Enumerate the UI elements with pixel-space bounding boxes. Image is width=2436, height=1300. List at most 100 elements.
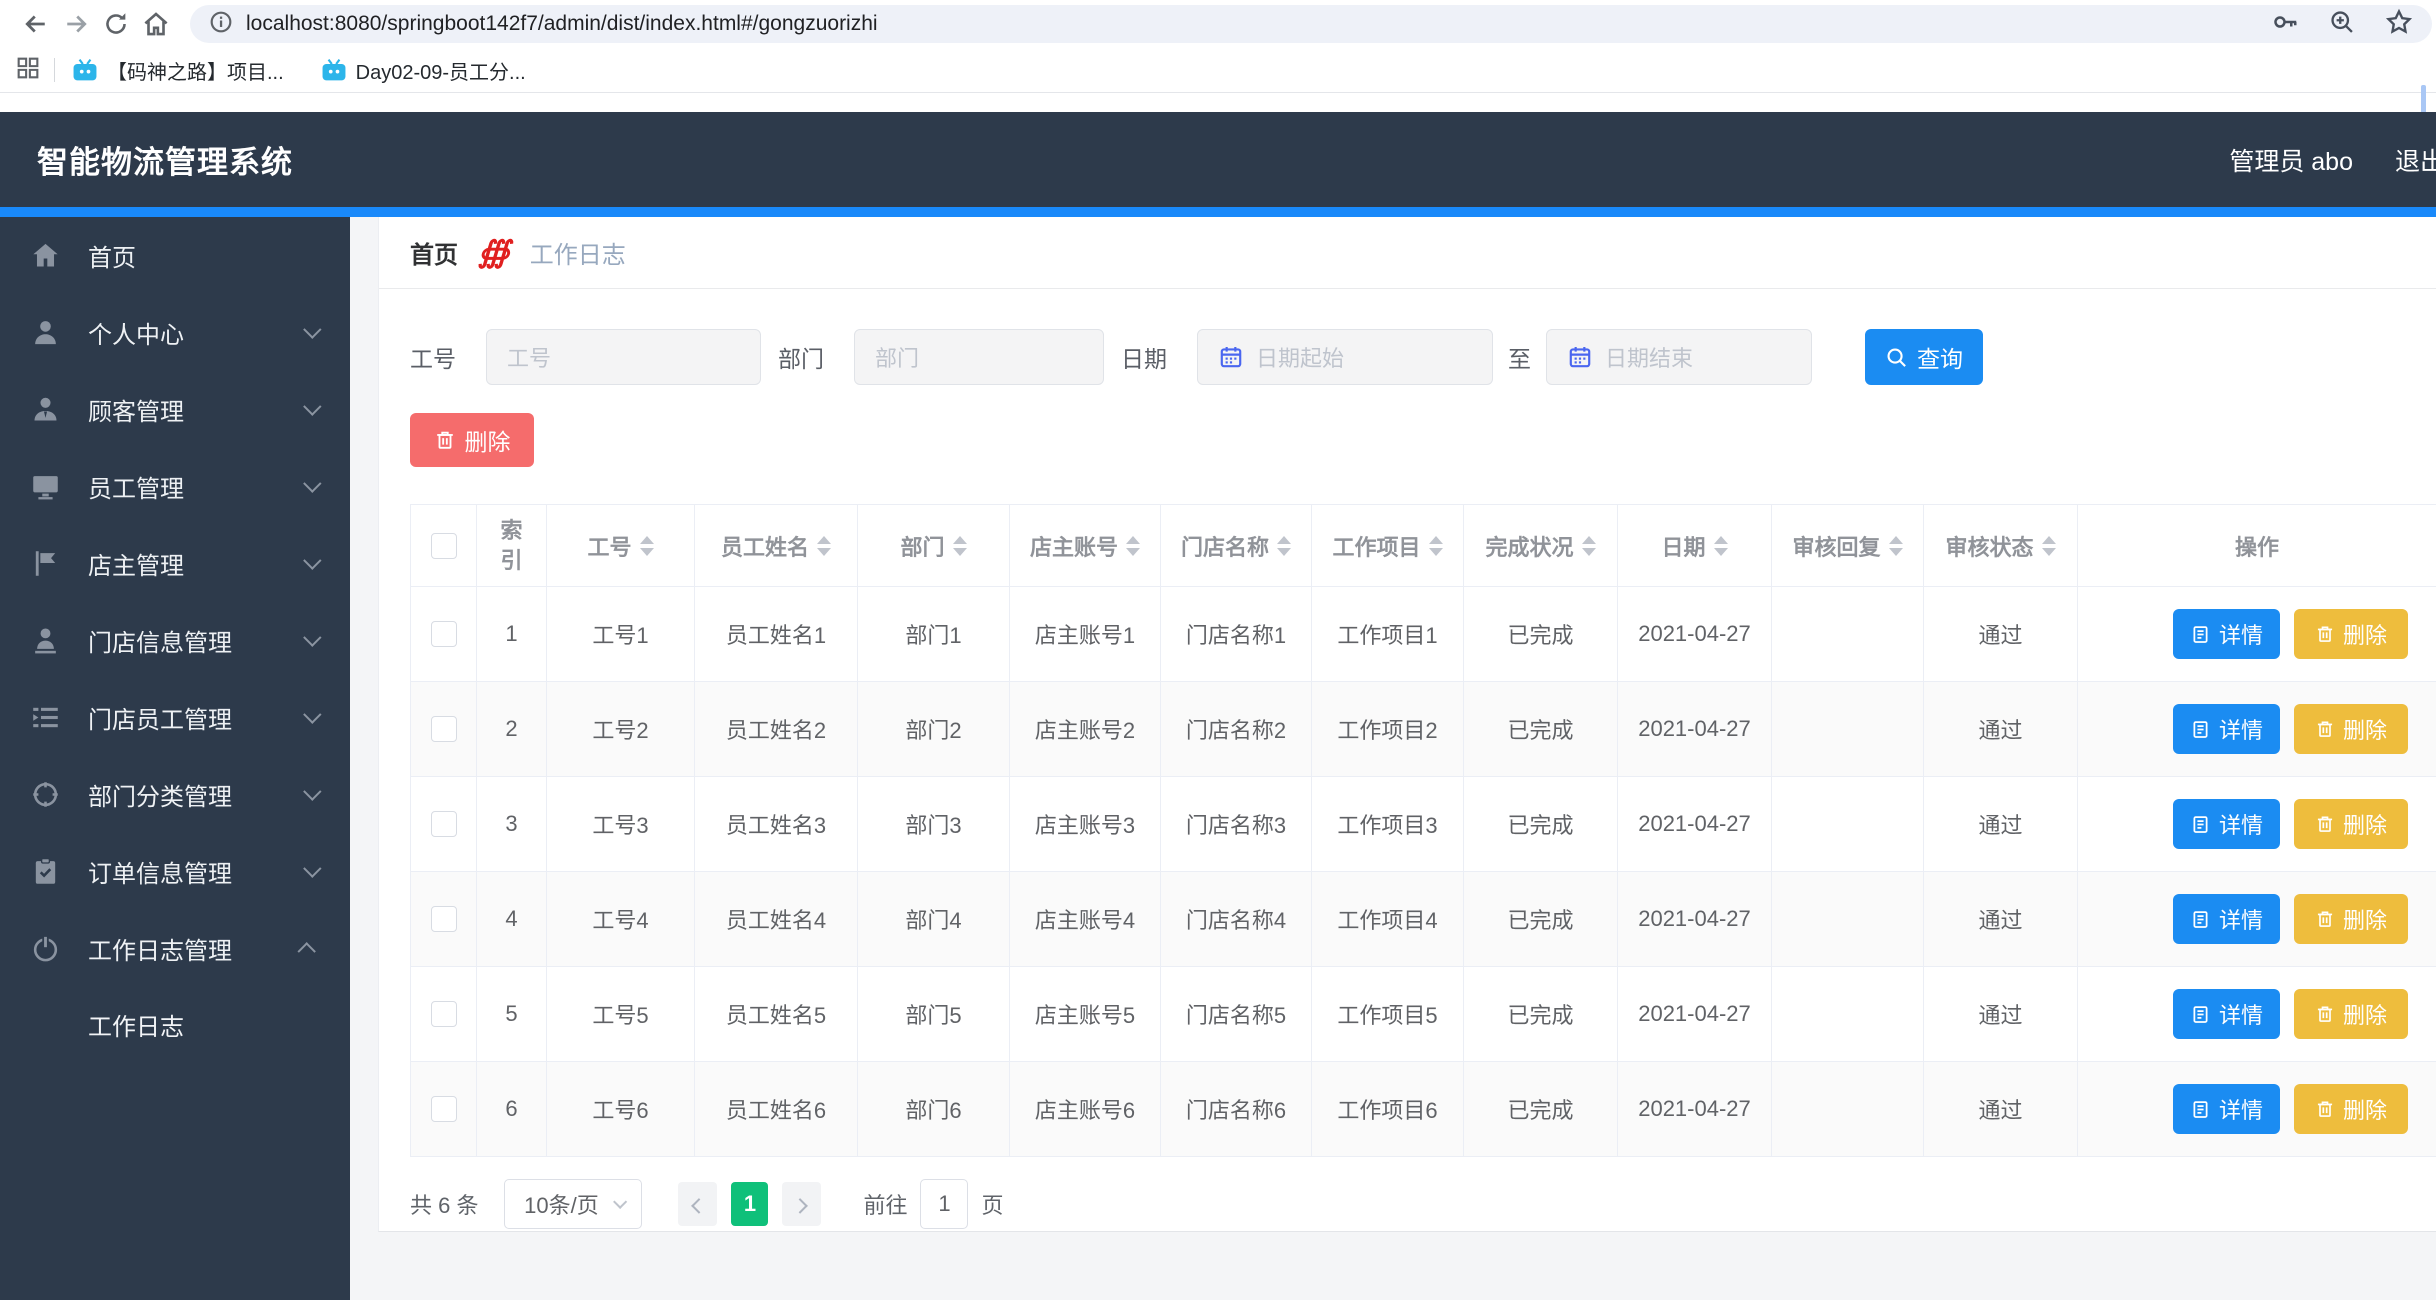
sidebar-item-home[interactable]: 首页 [0,217,350,294]
column-header-date[interactable]: 日期 [1618,505,1772,586]
cell-department: 部门1 [858,587,1010,681]
column-header-completion[interactable]: 完成状况 [1464,505,1618,586]
sidebar-item-label: 店主管理 [88,553,184,580]
work-no-input[interactable]: 工号 [486,329,761,385]
column-header-employee-name[interactable]: 员工姓名 [695,505,858,586]
detail-button[interactable]: 详情 [2173,989,2280,1039]
row-checkbox[interactable] [430,1001,457,1027]
current-page-button[interactable]: 1 [731,1182,769,1226]
logout-link[interactable]: 退出 [2395,142,2436,178]
column-header-review-status[interactable]: 审核状态 [1924,505,2078,586]
cell-department: 部门4 [858,872,1010,966]
goto-page-input[interactable]: 1 [920,1179,969,1229]
chevron-down-icon [303,474,322,493]
indent-list-icon [33,707,58,728]
table-row: 6 工号6 员工姓名6 部门6 店主账号6 门店名称6 工作项目6 已完成 20… [411,1062,2436,1157]
row-checkbox[interactable] [430,811,457,837]
sidebar-item-customer-mgmt[interactable]: 顾客管理 [0,371,350,448]
sort-caret-icon[interactable] [1428,535,1443,556]
column-header-index[interactable]: 索引 [477,505,547,586]
sidebar-item-store-info-mgmt[interactable]: 门店信息管理 [0,602,350,679]
cell-work-no: 工号5 [547,967,695,1061]
sort-caret-icon[interactable] [952,535,967,556]
row-delete-button[interactable]: 删除 [2294,799,2408,849]
sort-caret-icon[interactable] [817,535,831,556]
cell-review-reply [1772,872,1924,966]
sidebar-item-work-log-mgmt[interactable]: 工作日志管理 [0,910,350,987]
bookmark-star-icon[interactable] [2384,7,2414,42]
detail-button[interactable]: 详情 [2173,799,2280,849]
date-end-input[interactable]: 日期结束 [1546,329,1812,385]
column-header-work-item[interactable]: 工作项目 [1312,505,1464,586]
column-header-review-reply[interactable]: 审核回复 [1772,505,1924,586]
sort-caret-icon[interactable] [1277,535,1291,556]
url-text[interactable]: localhost:8080/springboot142f7/admin/dis… [246,12,878,36]
detail-button[interactable]: 详情 [2173,704,2280,754]
forward-icon[interactable] [56,4,96,44]
sidebar-item-shop-owner-mgmt[interactable]: 店主管理 [0,525,350,602]
select-all-checkbox[interactable] [430,532,457,559]
sort-caret-icon[interactable] [1581,535,1596,556]
sidebar-item-store-staff-mgmt[interactable]: 门店员工管理 [0,679,350,756]
home-icon[interactable] [136,4,176,44]
date-start-input[interactable]: 日期起始 [1197,329,1493,385]
cell-completion: 已完成 [1464,777,1618,871]
row-checkbox[interactable] [430,621,457,647]
page-size-select[interactable]: 10条/页 [504,1179,643,1229]
sidebar-subitem-work-log[interactable]: 工作日志 [0,987,350,1061]
cell-date: 2021-04-27 [1618,777,1772,871]
apps-grid-icon[interactable] [14,54,42,87]
row-delete-button[interactable]: 删除 [2294,704,2408,754]
detail-button-label: 详情 [2218,1003,2263,1028]
back-icon[interactable] [16,4,56,44]
column-header-owner-account[interactable]: 店主账号 [1010,505,1161,586]
column-header-department[interactable]: 部门 [858,505,1010,586]
bookmark-item-1[interactable]: 【码神之路】项目... [71,56,284,85]
bookmark-item-2[interactable]: Day02-09-员工分... [320,56,526,85]
trash-icon [436,431,453,449]
detail-button[interactable]: 详情 [2173,894,2280,944]
row-delete-button[interactable]: 删除 [2294,989,2408,1039]
cell-index: 6 [477,1062,547,1156]
sidebar-item-personal-center[interactable]: 个人中心 [0,294,350,371]
sort-caret-icon[interactable] [1126,535,1140,556]
row-delete-button-label: 删除 [2342,908,2387,933]
detail-button[interactable]: 详情 [2173,1084,2280,1134]
row-delete-button[interactable]: 删除 [2294,894,2408,944]
bulk-delete-button[interactable]: 删除 [410,413,534,467]
breadcrumb-home[interactable]: 首页 [410,235,458,270]
sort-caret-icon[interactable] [1713,535,1728,556]
cell-review-reply [1772,682,1924,776]
search-button[interactable]: 查询 [1865,329,1983,385]
address-bar[interactable]: localhost:8080/springboot142f7/admin/dis… [190,5,2432,43]
clipboard-check-icon [35,857,56,884]
sidebar-item-department-category-mgmt[interactable]: 部门分类管理 [0,756,350,833]
column-header-work-no[interactable]: 工号 [547,505,695,586]
detail-button-label: 详情 [2218,1098,2263,1123]
row-delete-button[interactable]: 删除 [2294,609,2408,659]
sort-caret-icon[interactable] [639,535,654,556]
document-icon [2193,1100,2208,1118]
sort-caret-icon[interactable] [2041,535,2056,556]
cell-department: 部门3 [858,777,1010,871]
cell-employee-name: 员工姓名4 [695,872,858,966]
cell-review-status: 通过 [1924,682,2078,776]
dept-input[interactable]: 部门 [854,329,1104,385]
prev-page-button[interactable] [678,1182,718,1226]
sidebar-item-order-info-mgmt[interactable]: 订单信息管理 [0,833,350,910]
site-info-icon[interactable] [208,9,234,40]
zoom-in-icon[interactable] [2328,8,2356,41]
row-checkbox[interactable] [430,1096,457,1122]
row-delete-button[interactable]: 删除 [2294,1084,2408,1134]
column-header-store-name[interactable]: 门店名称 [1161,505,1312,586]
detail-button[interactable]: 详情 [2173,609,2280,659]
password-key-icon[interactable] [2270,7,2300,42]
sort-caret-icon[interactable] [1888,535,1903,556]
next-page-button[interactable] [782,1182,822,1226]
table-row: 2 工号2 员工姓名2 部门2 店主账号2 门店名称2 工作项目2 已完成 20… [411,682,2436,777]
cell-work-item: 工作项目3 [1312,777,1464,871]
row-checkbox[interactable] [430,906,457,932]
reload-icon[interactable] [96,4,136,44]
row-checkbox[interactable] [430,716,457,742]
sidebar-item-employee-mgmt[interactable]: 员工管理 [0,448,350,525]
